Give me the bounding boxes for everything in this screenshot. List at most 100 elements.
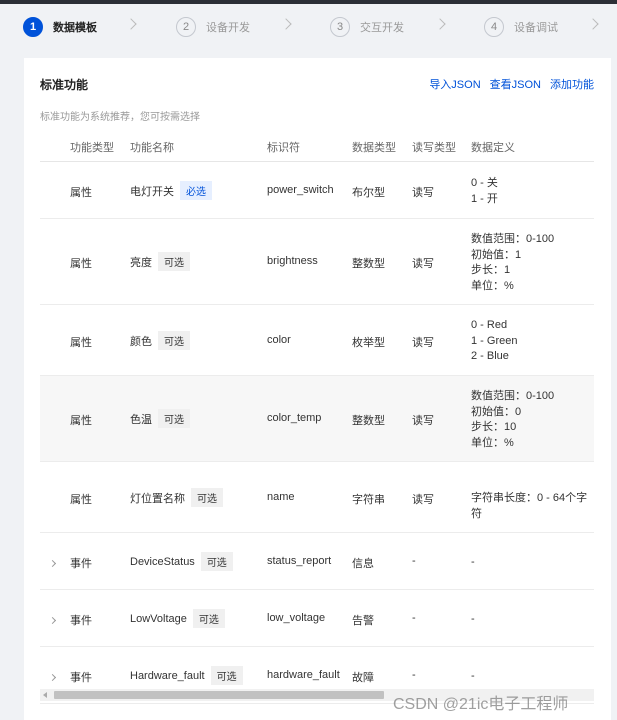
watermark: CSDN @21ic电子工程师 [393, 696, 569, 713]
view-json-link[interactable]: 查看JSON [490, 76, 541, 92]
row-tag: 可选 [191, 488, 223, 507]
definition-line: 0 - 关 [471, 177, 498, 189]
import-json-link[interactable]: 导入JSON [429, 76, 480, 92]
row-definition: - [471, 612, 475, 628]
row-type: 属性 [70, 187, 92, 199]
row-datatype: 信息 [352, 558, 374, 570]
definition-line: 单位：% [471, 436, 514, 449]
chevron-right-icon [587, 18, 599, 30]
header-id: 标识符 [267, 142, 300, 154]
step-number: 3 [330, 17, 350, 37]
row-identifier: color [267, 334, 291, 346]
card-actions: 导入JSON 查看JSON 添加功能 [429, 76, 594, 92]
step-label: 设备调试 [514, 22, 558, 34]
row-name: 灯位置名称 [130, 492, 185, 505]
expand-row-icon[interactable] [48, 557, 60, 569]
definition-line: 初始值：0 [471, 405, 522, 418]
row-name: DeviceStatus [130, 555, 195, 568]
row-tag: 可选 [158, 409, 190, 428]
expand-row-icon[interactable] [48, 614, 60, 626]
step-number: 4 [484, 17, 504, 37]
definition-line: 2 - Blue [471, 350, 509, 362]
row-type: 属性 [70, 415, 92, 427]
step-device-debug[interactable]: 4 设备调试 [484, 16, 558, 38]
row-identifier: status_report [267, 555, 332, 567]
table-row: 属性 电灯开关 必选 power_switch 布尔型 读写 0 - 关 1 - 开 [40, 162, 594, 219]
row-definition: 数值范围：0-100 初始值：0 步长：10 单位：% [471, 389, 554, 451]
row-type: 属性 [70, 337, 92, 349]
definition-line: 数值范围：0-100 [471, 233, 555, 245]
row-name-cell: 亮度 可选 [130, 252, 190, 271]
features-table: 功能类型 功能名称 标识符 数据类型 读写类型 数据定义 属性 电灯开关 必选 pow… [40, 132, 594, 704]
row-name: 电灯开关 [130, 185, 174, 198]
table-row: 属性 灯位置名称 可选 name 字符串 读写 字符串长度：0 - 64个字符 [40, 462, 594, 533]
step-data-template[interactable]: 1 数据模板 [23, 16, 97, 38]
row-name-cell: Hardware_fault 可选 [130, 666, 243, 685]
card-title: 标准功能 [40, 78, 89, 92]
row-type: 事件 [70, 672, 92, 684]
definition-line: 1 - 开 [471, 192, 498, 205]
row-tag: 可选 [210, 666, 243, 685]
scroll-left-icon[interactable] [43, 692, 47, 698]
row-rw: - [412, 612, 416, 624]
row-definition: - [471, 669, 475, 685]
row-datatype: 整数型 [352, 415, 385, 427]
row-definition: - [471, 555, 475, 571]
header-rw: 读写类型 [412, 142, 456, 154]
row-rw: 读写 [412, 258, 434, 270]
row-datatype: 枚举型 [352, 337, 385, 349]
step-number: 2 [176, 17, 196, 37]
definition-line: 数值范围：0-100 [471, 390, 555, 402]
definition-line: - [471, 670, 475, 682]
table-row: 事件 LowVoltage 可选 low_voltage 告警 - - [40, 590, 594, 647]
step-interaction-dev[interactable]: 3 交互开发 [330, 16, 404, 38]
definition-line: 0 - Red [471, 319, 508, 331]
row-type: 属性 [70, 494, 92, 506]
row-name-cell: LowVoltage 可选 [130, 609, 225, 628]
row-name: 色温 [130, 413, 152, 426]
row-type: 事件 [70, 615, 92, 627]
row-name: 亮度 [130, 256, 152, 269]
row-identifier: name [267, 491, 295, 503]
row-name: Hardware_fault [130, 669, 205, 682]
row-identifier: power_switch [267, 184, 334, 196]
standard-features-card: 标准功能 导入JSON 查看JSON 添加功能 标准功能为系统推荐，您可按需选择… [24, 58, 611, 720]
row-tag: 可选 [192, 609, 225, 628]
row-tag: 可选 [158, 331, 190, 350]
row-name: 颜色 [130, 335, 152, 348]
add-feature-link[interactable]: 添加功能 [550, 76, 594, 92]
definition-line: 单位：% [471, 279, 514, 292]
definition-line: - [471, 613, 475, 625]
row-rw: 读写 [412, 415, 434, 427]
row-datatype: 字符串 [352, 494, 385, 506]
row-rw: - [412, 555, 416, 567]
row-name-cell: 灯位置名称 可选 [130, 488, 223, 507]
step-label: 交互开发 [360, 22, 404, 34]
row-name: LowVoltage [130, 612, 187, 625]
expand-row-icon[interactable] [48, 671, 60, 683]
row-tag: 可选 [200, 552, 233, 571]
row-name-cell: 颜色 可选 [130, 331, 190, 350]
scrollbar-thumb[interactable] [54, 691, 384, 699]
row-datatype: 告警 [352, 615, 374, 627]
table-row: 属性 色温 可选 color_temp 整数型 读写 数值范围：0-100 初始值：0 步长：1… [40, 376, 594, 462]
card-description: 标准功能为系统推荐，您可按需选择 [40, 112, 200, 123]
row-definition: 字符串长度：0 - 64个字符 [471, 491, 594, 522]
row-definition: 0 - 关 1 - 开 [471, 176, 498, 207]
chevron-right-icon [280, 18, 292, 30]
row-type: 事件 [70, 558, 92, 570]
row-identifier: low_voltage [267, 612, 326, 624]
step-label: 数据模板 [53, 22, 97, 34]
step-number: 1 [23, 17, 43, 37]
row-identifier: brightness [267, 255, 318, 267]
row-rw: 读写 [412, 494, 434, 506]
table-header: 功能类型 功能名称 标识符 数据类型 读写类型 数据定义 [40, 132, 594, 162]
row-name-cell: 色温 可选 [130, 409, 190, 428]
step-device-dev[interactable]: 2 设备开发 [176, 16, 250, 38]
chevron-right-icon [125, 18, 137, 30]
row-identifier: hardware_fault [267, 669, 340, 681]
definition-line: 初始值：1 [471, 248, 522, 261]
row-definition: 数值范围：0-100 初始值：1 步长：1 单位：% [471, 232, 554, 294]
row-rw: - [412, 669, 416, 681]
row-datatype: 整数型 [352, 258, 385, 270]
